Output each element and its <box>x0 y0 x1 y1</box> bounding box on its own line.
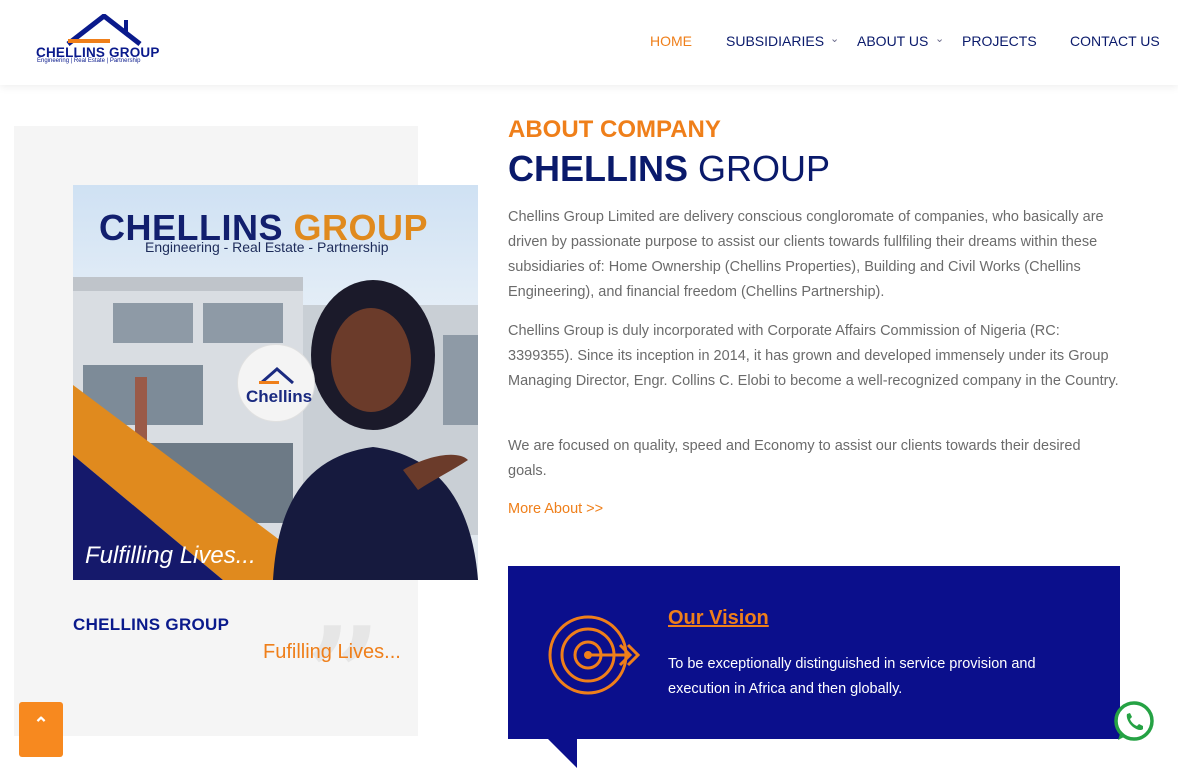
whatsapp-icon <box>1114 701 1154 741</box>
vision-title-link[interactable]: Our Vision <box>668 607 769 630</box>
left-card-name: CHELLINS GROUP <box>73 615 230 634</box>
chevron-up-icon: ⌃ <box>33 714 49 734</box>
vision-card-pointer <box>547 738 577 768</box>
promo-logo-badge: Chellins <box>237 344 315 422</box>
target-icon <box>548 615 640 695</box>
promo-footer-text: Fulfilling Lives... <box>85 542 256 569</box>
nav-about-us[interactable]: ABOUT US <box>857 33 928 49</box>
chevron-down-icon[interactable]: ⌄ <box>935 32 944 45</box>
back-to-top-button[interactable]: ⌃ <box>19 702 63 757</box>
about-paragraph: Chellins Group Limited are delivery cons… <box>508 209 1104 300</box>
logo-tagline: Engineering | Real Estate | Partnership <box>37 58 141 64</box>
promo-image: CHELLINS GROUP Engineering - Real Estate… <box>73 185 478 580</box>
nav-projects[interactable]: PROJECTS <box>962 33 1037 49</box>
nav-subsidiaries[interactable]: SUBSIDIARIES <box>726 33 824 49</box>
quote-icon: ” <box>306 598 381 751</box>
about-paragraph: Chellins Group is duly incorporated with… <box>508 323 1119 389</box>
about-paragraph: We are focused on quality, speed and Eco… <box>508 438 1081 479</box>
vision-text: To be exceptionally distinguished in ser… <box>668 656 1036 697</box>
roof-logo-icon <box>259 367 294 385</box>
whatsapp-button[interactable] <box>1112 700 1156 744</box>
nav-contact-us[interactable]: CONTACT US <box>1070 33 1160 49</box>
more-about-link[interactable]: More About >> <box>508 501 603 517</box>
site-logo[interactable]: CHELLINS GROUP Engineering | Real Estate… <box>36 14 176 68</box>
promo-badge-label: Chellins <box>246 387 313 406</box>
section-kicker: ABOUT COMPANY <box>508 116 721 143</box>
section-heading: CHELLINS GROUP <box>508 148 831 189</box>
site-header: CHELLINS GROUP Engineering | Real Estate… <box>0 0 1178 85</box>
nav-home[interactable]: HOME <box>650 33 692 49</box>
promo-subtitle: Engineering - Real Estate - Partnership <box>145 239 389 255</box>
roof-logo-icon <box>66 14 142 46</box>
vision-card: Our Vision To be exceptionally distingui… <box>508 566 1120 739</box>
chevron-down-icon[interactable]: ⌄ <box>830 32 839 45</box>
left-card-tagline: Fufilling Lives... <box>263 641 401 663</box>
